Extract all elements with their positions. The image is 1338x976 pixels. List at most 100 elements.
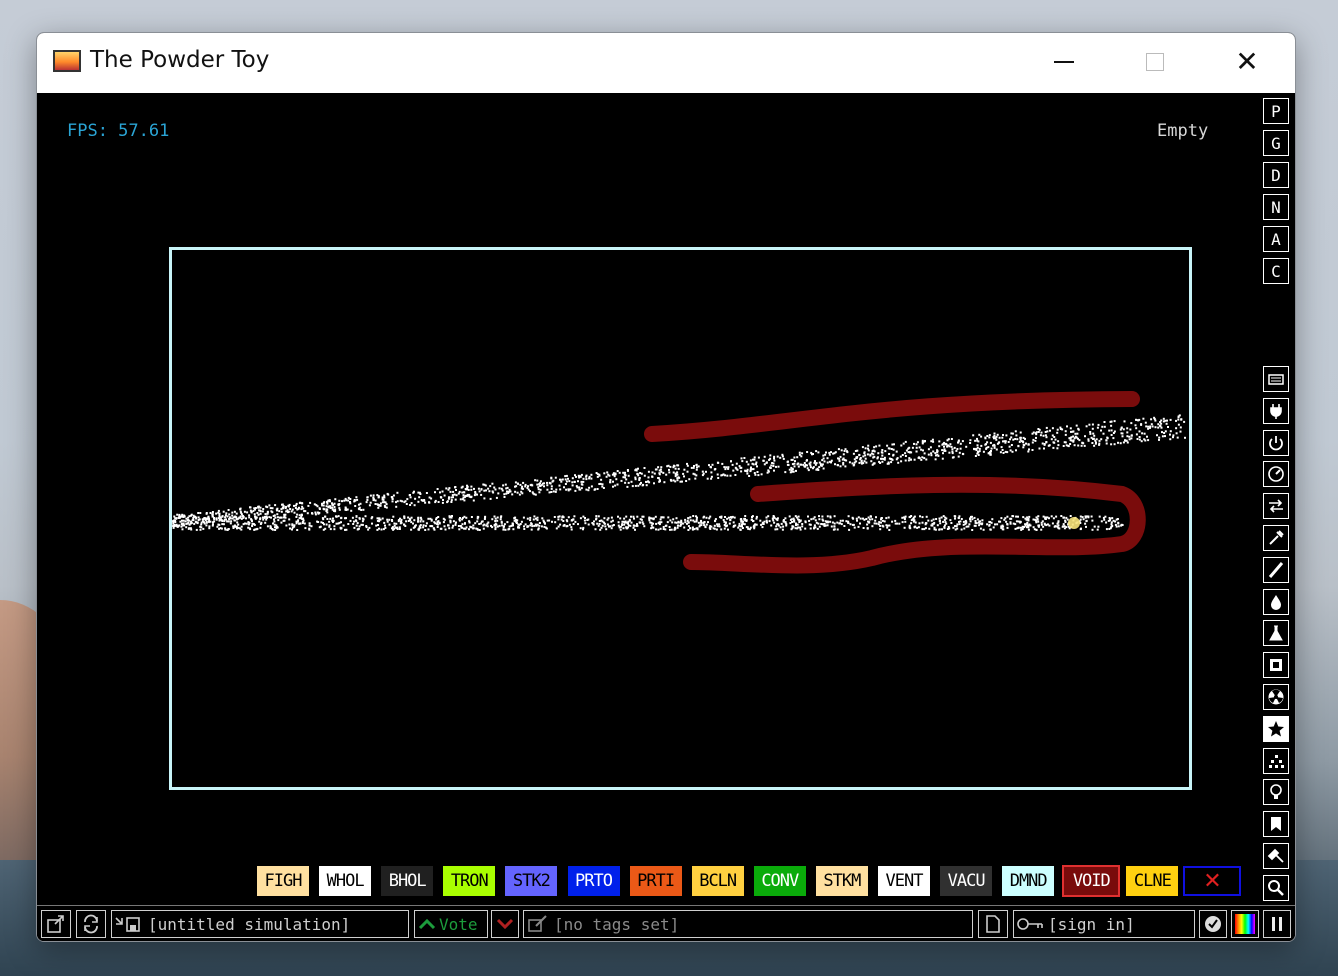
element-prto-button[interactable]: PRTO [567, 866, 620, 896]
render-options-button[interactable] [1231, 910, 1259, 938]
close-button[interactable]: ✕ [1224, 43, 1270, 81]
powder-particle [908, 516, 911, 519]
category-flask-button[interactable] [1263, 620, 1289, 647]
category-brush-button[interactable] [1263, 556, 1289, 583]
category-droplet-button[interactable] [1263, 588, 1289, 615]
powder-particle [1147, 439, 1150, 442]
powder-particle [1015, 520, 1018, 523]
pause-button[interactable] [1263, 910, 1291, 938]
element-stk2-button[interactable]: STK2 [505, 866, 558, 896]
powder-particle [869, 515, 872, 518]
category-radiation-button[interactable] [1263, 684, 1289, 710]
open-save-button[interactable] [41, 910, 71, 938]
category-search-button[interactable] [1263, 874, 1289, 901]
powder-particle [1009, 521, 1012, 524]
powder-particle [867, 520, 869, 523]
powder-particle [1022, 446, 1025, 449]
powder-particle [864, 447, 867, 450]
element-vent-button[interactable]: VENT [878, 866, 930, 896]
powder-particle [179, 520, 182, 523]
element-tron-button[interactable]: TRON [443, 866, 496, 896]
powder-particle [494, 520, 497, 522]
category-square-button[interactable] [1263, 652, 1289, 679]
powder-particle [246, 511, 249, 514]
element-dmnd-button[interactable]: DMND [1002, 866, 1055, 896]
powder-particle [982, 528, 985, 531]
category-power-button[interactable] [1263, 429, 1289, 456]
lightbulb-icon [1270, 784, 1282, 800]
powder-particle [924, 523, 927, 526]
powder-particle [273, 520, 276, 523]
tags-button[interactable]: [no tags set] [523, 910, 973, 938]
simulation-canvas[interactable] [172, 250, 1189, 787]
menu-button-g[interactable]: G [1263, 130, 1289, 156]
settings-button[interactable] [1199, 910, 1227, 938]
category-keyboard-button[interactable] [1263, 366, 1289, 392]
menu-button-a[interactable]: A [1263, 226, 1289, 252]
category-plug-button[interactable] [1263, 397, 1289, 424]
element-vacu-button[interactable]: VACU [940, 866, 993, 896]
element-prti-button[interactable]: PRTI [629, 866, 682, 896]
category-bookmark-button[interactable] [1263, 811, 1289, 838]
powder-particle [969, 518, 971, 521]
powder-particle [669, 519, 672, 522]
sign-in-button[interactable]: [sign in] [1013, 910, 1195, 938]
powder-particle [1126, 427, 1129, 430]
element-conv-button[interactable]: CONV [753, 866, 806, 896]
powder-particle [601, 524, 604, 527]
maximize-button[interactable] [1132, 43, 1178, 81]
powder-particle [436, 526, 439, 528]
element-bhol-button[interactable]: BHOL [381, 866, 434, 896]
category-star-button[interactable] [1263, 715, 1289, 742]
menu-button-d[interactable]: D [1263, 162, 1289, 188]
powder-particle [572, 523, 575, 525]
powder-particle [790, 458, 793, 461]
category-lightbulb-button[interactable] [1263, 779, 1289, 806]
new-simulation-button[interactable] [978, 910, 1008, 938]
minimize-button[interactable] [1041, 43, 1087, 81]
element-bcln-button[interactable]: BCLN [691, 866, 744, 896]
vote-down-button[interactable] [491, 910, 519, 938]
category-gauge-button[interactable] [1263, 461, 1289, 488]
powder-particle [184, 520, 187, 523]
powder-particle [600, 478, 603, 481]
powder-particle [1046, 430, 1049, 433]
powder-particle [223, 520, 226, 523]
menu-button-p[interactable]: P [1263, 98, 1289, 124]
powder-particle [226, 515, 229, 518]
simulation-area[interactable] [169, 247, 1192, 790]
powder-particle [491, 518, 494, 521]
powder-particle [773, 459, 776, 462]
element-whol-button[interactable]: WHOL [319, 866, 372, 896]
powder-particle [752, 458, 754, 461]
element-stkm-button[interactable]: STKM [815, 866, 868, 896]
category-arrows-button[interactable] [1263, 493, 1289, 520]
powder-particle [215, 518, 218, 521]
powder-particle [598, 522, 601, 525]
menu-button-n[interactable]: N [1263, 194, 1289, 220]
powder-particle [377, 524, 379, 526]
powder-particle [921, 456, 924, 459]
vote-up-button[interactable]: Vote [414, 910, 488, 938]
powder-particle [259, 512, 262, 515]
element-figh-button[interactable]: FIGH [257, 866, 309, 896]
powder-particle [741, 460, 744, 463]
category-hammer-button[interactable] [1263, 843, 1289, 869]
powder-particle [372, 496, 375, 499]
powder-particle [1161, 435, 1164, 438]
menu-button-c[interactable]: C [1263, 258, 1289, 284]
powder-particle [863, 451, 866, 454]
powder-particle [794, 460, 796, 463]
powder-particle [338, 503, 341, 505]
element-void-button[interactable]: VOID [1062, 865, 1121, 897]
element-clne-button[interactable]: CLNE [1126, 866, 1179, 896]
category-dots-button[interactable] [1263, 747, 1289, 774]
title-bar[interactable]: The Powder Toy ✕ [37, 33, 1295, 93]
category-tools-button[interactable] [1263, 525, 1289, 551]
powder-particle [561, 478, 564, 481]
eraser-button[interactable]: ✕ [1183, 866, 1241, 896]
save-simulation-button[interactable]: [untitled simulation] [111, 910, 409, 938]
powder-particle [345, 499, 348, 502]
powder-particle [948, 445, 951, 448]
reload-button[interactable] [76, 910, 106, 938]
